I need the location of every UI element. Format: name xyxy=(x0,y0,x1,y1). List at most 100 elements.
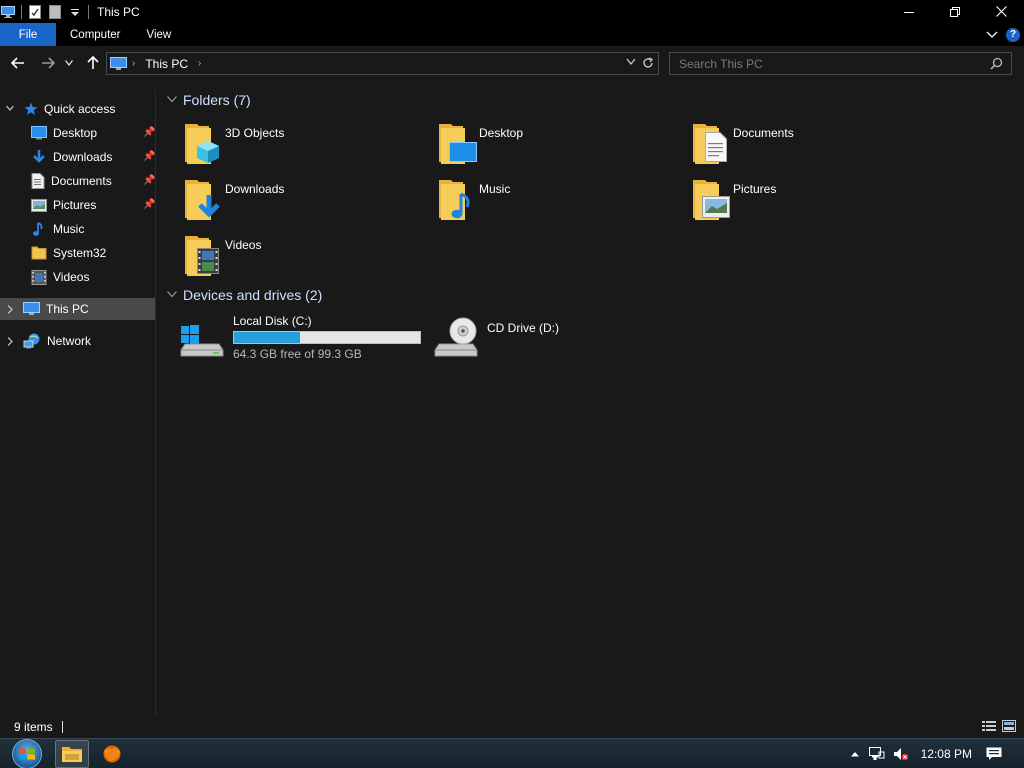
restore-icon xyxy=(950,6,960,17)
sidebar-item-pictures[interactable]: Pictures xyxy=(31,194,96,216)
expand-chevron-icon[interactable] xyxy=(7,304,13,314)
folder-tile-downloads[interactable]: Downloads xyxy=(183,178,284,222)
new-folder-icon[interactable] xyxy=(48,4,62,19)
collapse-chevron-icon[interactable] xyxy=(167,290,177,301)
this-pc-icon[interactable] xyxy=(1,5,15,19)
expand-chevron-icon[interactable] xyxy=(6,104,14,114)
drive-tile-local-disk-c[interactable]: Local Disk (C:) 64.3 GB free of 99.3 GB xyxy=(179,314,421,361)
ribbon-tabs: File Computer View ? xyxy=(0,23,1024,46)
pin-icon[interactable]: 📌 xyxy=(143,151,155,162)
search-icon[interactable] xyxy=(990,57,1003,70)
group-header-folders[interactable]: Folders (7) xyxy=(167,92,251,108)
sidebar-item-label: System32 xyxy=(53,246,107,260)
sidebar-item-this-pc[interactable]: This PC xyxy=(0,298,155,320)
tiles-view-icon[interactable] xyxy=(1002,720,1016,735)
sidebar-item-label: Pictures xyxy=(53,198,97,212)
sidebar-item-documents[interactable]: Documents xyxy=(31,170,112,192)
volume-muted-icon[interactable] xyxy=(893,747,909,761)
star-icon xyxy=(24,102,38,116)
sidebar-item-videos[interactable]: Videos xyxy=(31,266,89,288)
up-arrow-icon xyxy=(87,56,99,69)
sidebar-item-label: Documents xyxy=(51,174,112,188)
network-status-icon[interactable] xyxy=(868,747,885,761)
breadcrumb-chevron-icon[interactable]: › xyxy=(198,58,201,69)
customize-toolbar-chevron-icon[interactable] xyxy=(68,5,82,19)
folder-icon xyxy=(183,234,219,278)
action-center-icon[interactable] xyxy=(986,747,1002,761)
window-title: This PC xyxy=(97,4,140,19)
tab-view[interactable]: View xyxy=(133,23,186,46)
breadcrumb-this-pc[interactable]: This PC xyxy=(145,57,188,71)
document-icon xyxy=(31,173,45,189)
taskbar-file-explorer[interactable] xyxy=(55,740,89,768)
cube-icon xyxy=(197,141,219,163)
desktop-icon xyxy=(31,126,47,140)
folder-tile-videos[interactable]: Videos xyxy=(183,234,261,278)
breadcrumb-chevron-icon[interactable]: › xyxy=(132,58,135,69)
picture-icon xyxy=(31,198,47,212)
start-button[interactable] xyxy=(10,739,44,768)
firefox-icon xyxy=(103,745,121,763)
pin-icon[interactable]: 📌 xyxy=(143,175,155,186)
sidebar-item-label: Quick access xyxy=(44,102,116,116)
folder-label: Music xyxy=(479,182,511,196)
folder-tile-pictures[interactable]: Pictures xyxy=(691,178,776,222)
forward-button[interactable] xyxy=(40,55,56,71)
details-view-icon[interactable] xyxy=(982,720,996,735)
folder-tile-desktop[interactable]: Desktop xyxy=(437,122,523,166)
expand-ribbon-chevron-icon[interactable] xyxy=(986,28,998,42)
back-button[interactable] xyxy=(10,55,26,71)
desktop-icon xyxy=(449,142,477,162)
document-icon xyxy=(705,132,727,162)
folder-tile-documents[interactable]: Documents xyxy=(691,122,794,166)
folder-tile-3d-objects[interactable]: 3D Objects xyxy=(183,122,284,166)
recent-locations-button[interactable] xyxy=(64,55,74,71)
group-header-label: Devices and drives (2) xyxy=(183,287,323,303)
expand-chevron-icon[interactable] xyxy=(7,336,13,346)
show-hidden-icons-icon[interactable] xyxy=(850,751,859,757)
hard-drive-icon xyxy=(179,314,225,360)
refresh-icon[interactable] xyxy=(642,57,654,69)
this-pc-icon xyxy=(110,56,127,71)
drive-tile-cd-drive-d[interactable]: CD Drive (D:) xyxy=(433,314,559,360)
sidebar-item-system32[interactable]: System32 xyxy=(31,242,106,264)
close-button[interactable] xyxy=(978,0,1024,23)
sidebar-item-label: Network xyxy=(47,334,92,348)
sidebar-item-network[interactable]: Network xyxy=(0,330,155,352)
clock[interactable]: 12:08 PM xyxy=(921,747,972,761)
restore-button[interactable] xyxy=(932,0,978,23)
search-box[interactable] xyxy=(669,52,1012,75)
folder-tile-music[interactable]: Music xyxy=(437,178,510,222)
system-tray: 12:08 PM xyxy=(850,739,1024,768)
download-arrow-icon xyxy=(198,195,220,218)
separator xyxy=(61,720,63,733)
folder-label: Downloads xyxy=(225,182,285,196)
chevron-down-icon xyxy=(65,60,73,66)
minimize-icon xyxy=(904,11,914,13)
pin-icon[interactable]: 📌 xyxy=(143,127,155,138)
sidebar-item-downloads[interactable]: Downloads xyxy=(31,146,112,168)
group-header-devices[interactable]: Devices and drives (2) xyxy=(167,287,322,303)
drive-label: Local Disk (C:) xyxy=(233,314,312,328)
up-button[interactable] xyxy=(85,55,101,71)
sidebar-item-desktop[interactable]: Desktop xyxy=(31,122,97,144)
drive-capacity-bar xyxy=(233,331,421,344)
address-bar[interactable]: › This PC › xyxy=(106,52,659,75)
sidebar-item-label: This PC xyxy=(46,302,89,316)
pin-icon[interactable]: 📌 xyxy=(143,199,155,210)
back-arrow-icon xyxy=(11,57,24,69)
tab-file[interactable]: File xyxy=(0,23,56,46)
search-input[interactable] xyxy=(670,56,980,71)
folder-icon xyxy=(183,178,220,222)
address-history-chevron-icon[interactable] xyxy=(626,58,636,66)
windows-logo-icon xyxy=(12,739,42,768)
sidebar-item-music[interactable]: Music xyxy=(31,218,84,240)
music-note-icon xyxy=(31,221,47,237)
collapse-chevron-icon[interactable] xyxy=(167,95,177,106)
minimize-button[interactable] xyxy=(886,0,932,23)
tab-computer[interactable]: Computer xyxy=(56,23,133,46)
help-icon[interactable]: ? xyxy=(1006,27,1020,42)
taskbar-firefox[interactable] xyxy=(95,740,129,768)
properties-icon[interactable] xyxy=(28,4,42,19)
sidebar-item-quick-access[interactable]: Quick access xyxy=(0,98,155,120)
